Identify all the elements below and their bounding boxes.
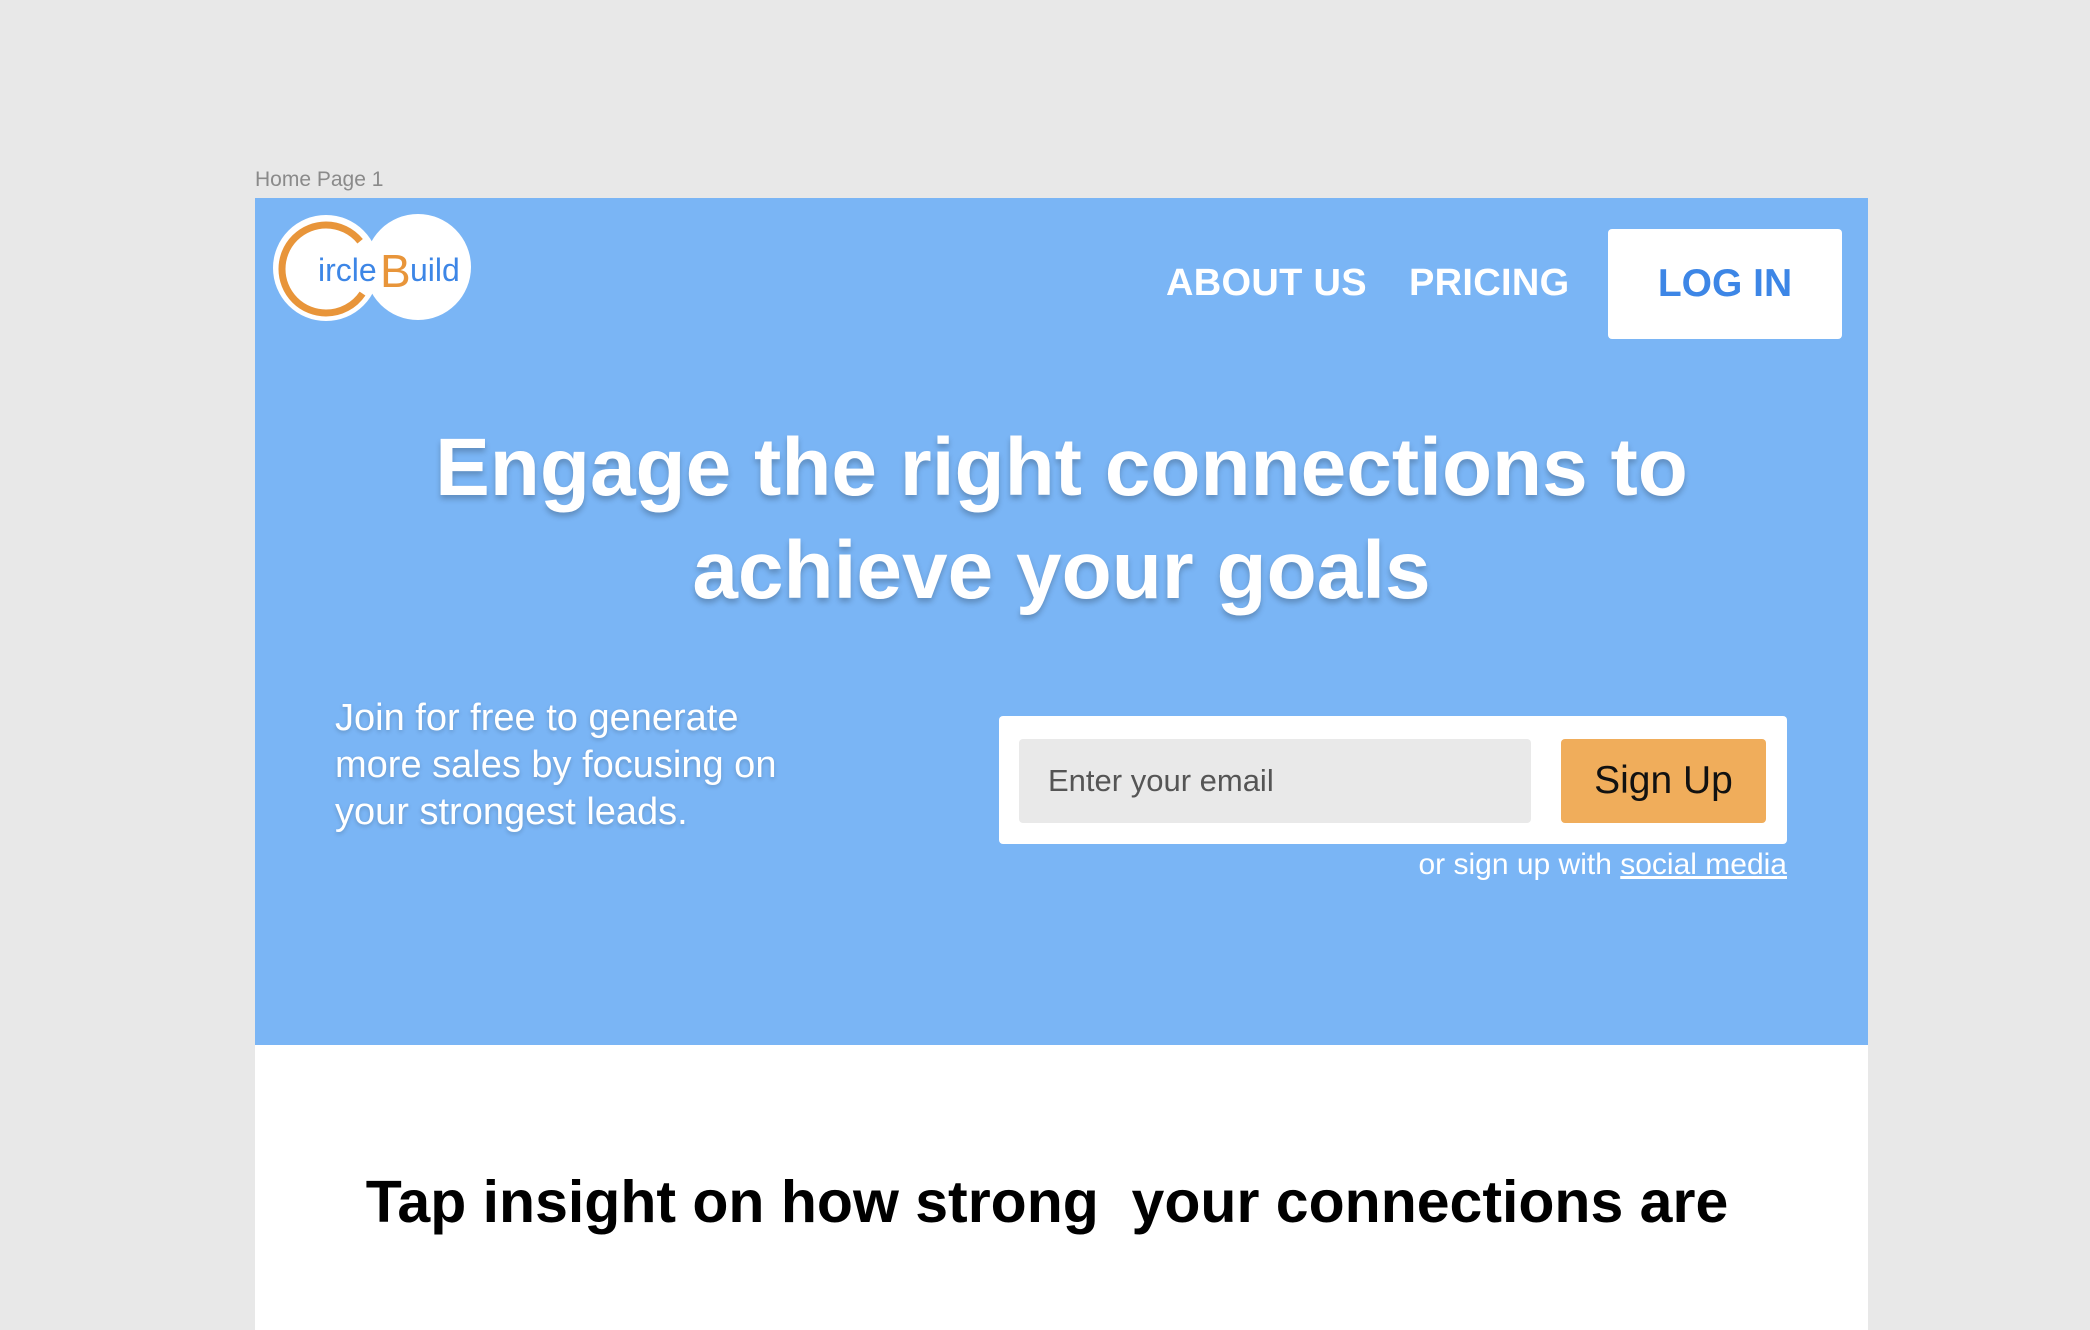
hero-subtext: Join for free to generate more sales by … (335, 695, 855, 836)
signup-form: Sign Up (999, 716, 1787, 844)
email-input[interactable] (1019, 739, 1531, 823)
hero-headline-line1: Engage the right connections to (435, 422, 1688, 513)
circlebuild-logo[interactable]: ircle B uild (273, 210, 473, 326)
home-page-frame: ircle B uild ABOUT US PRICING LOG IN Eng… (255, 198, 1868, 1330)
hero-headline-line2: achieve your goals (692, 525, 1431, 616)
nav-pricing[interactable]: PRICING (1409, 262, 1569, 305)
nav-about-us[interactable]: ABOUT US (1166, 262, 1367, 305)
login-button[interactable]: LOG IN (1608, 229, 1842, 339)
logo-text-uild: uild (410, 252, 460, 288)
hero-subtext-line2: more sales by focusing on (335, 744, 777, 786)
social-media-link[interactable]: social media (1620, 848, 1787, 881)
hero-subtext-line1: Join for free to generate (335, 697, 739, 739)
logo-letter-b: B (380, 245, 411, 297)
logo-text-ircle: ircle (318, 252, 377, 288)
social-signup-prefix: or sign up with (1418, 848, 1621, 881)
hero-subtext-line3: your strongest leads. (335, 791, 688, 833)
social-signup-line: or sign up with social media (1418, 848, 1787, 882)
hero-section: ircle B uild ABOUT US PRICING LOG IN Eng… (255, 198, 1868, 1045)
sign-up-button[interactable]: Sign Up (1561, 739, 1766, 823)
logo-graphic: ircle B uild (273, 214, 471, 321)
insight-section-title: Tap insight on how strong your connectio… (365, 1169, 1729, 1235)
hero-headline: Engage the right connections to achieve … (255, 416, 1868, 622)
frame-label: Home Page 1 (255, 168, 384, 191)
